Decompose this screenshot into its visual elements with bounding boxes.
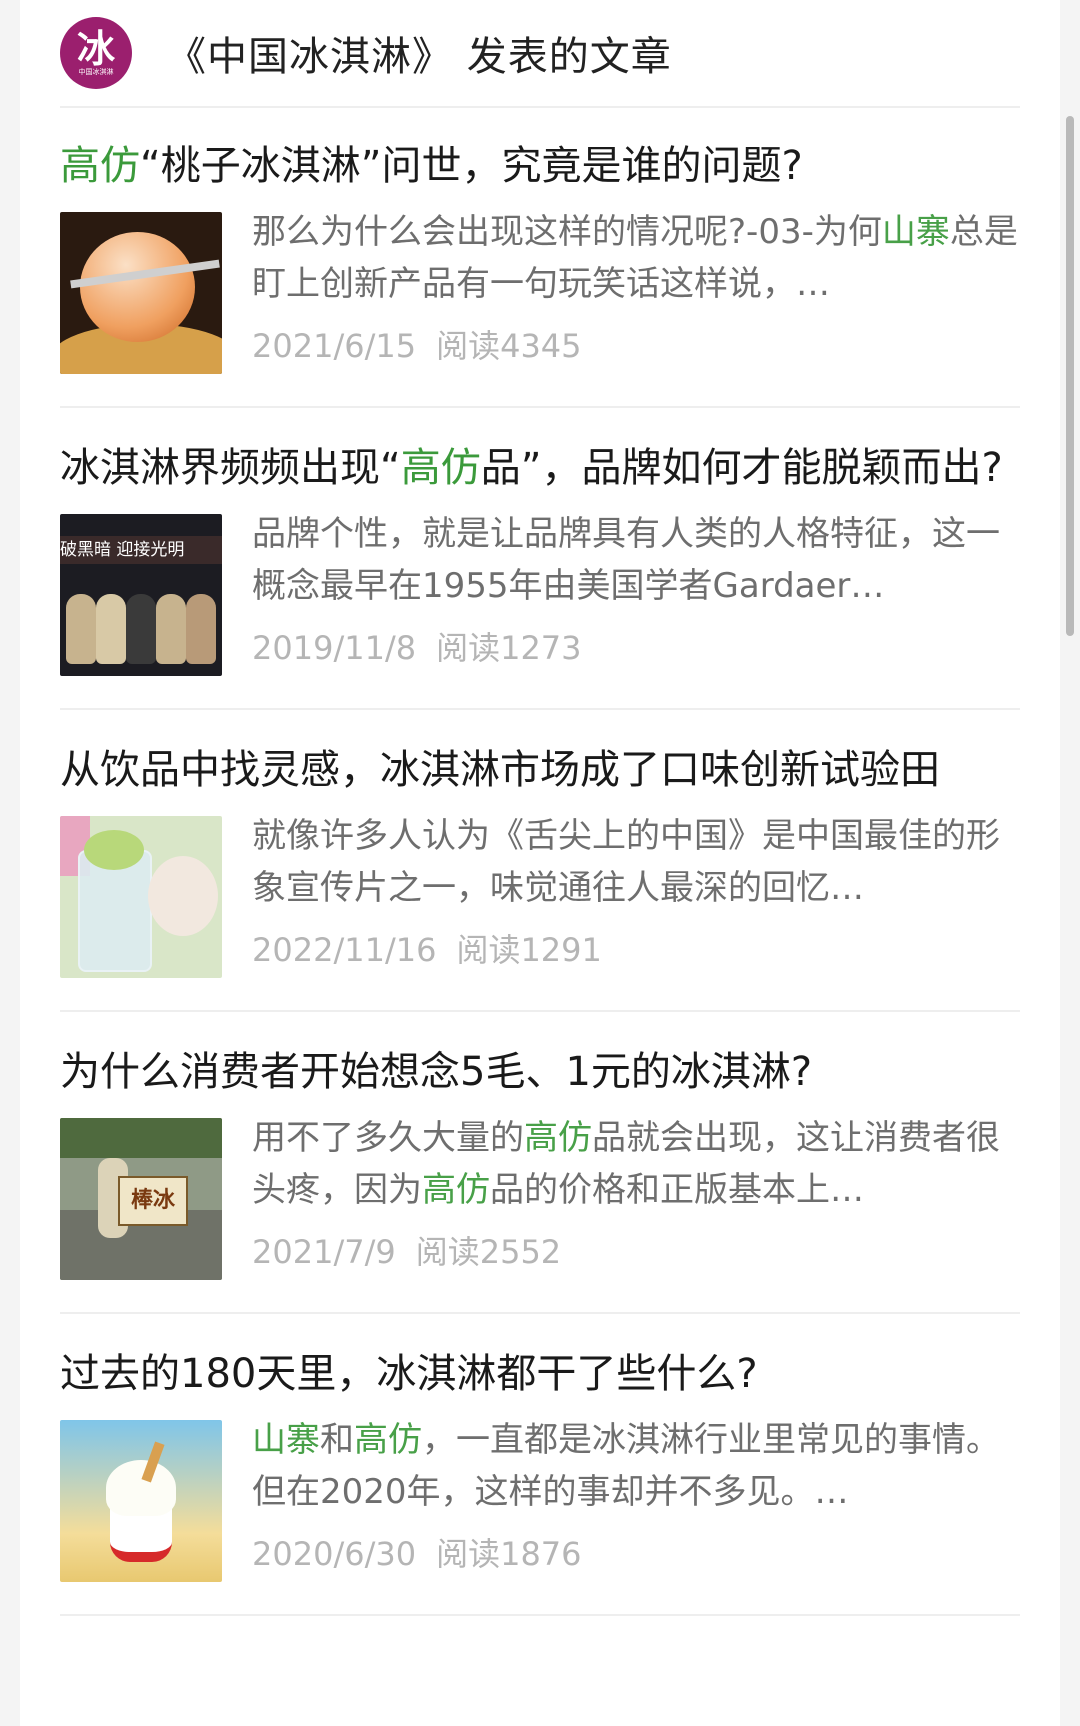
- article-stats: 2019/11/8 阅读1273: [252, 626, 1020, 670]
- article-title[interactable]: 过去的180天里，冰淇淋都干了些什么?: [60, 1346, 1020, 1402]
- article-read-count: 阅读1291: [456, 931, 602, 969]
- article-item[interactable]: 冰淇淋界频频出现“高仿品”，品牌如何才能脱颖而出? 破黑暗 迎接光明 品牌个性，…: [60, 408, 1020, 710]
- article-thumbnail[interactable]: [60, 1420, 222, 1582]
- avatar-logo-subtitle: 中国冰淇淋: [78, 67, 114, 76]
- article-read-count: 阅读1876: [436, 1535, 582, 1573]
- page-title: 《中国冰淇淋》 发表的文章: [166, 34, 672, 80]
- article-summary: 山寨和高仿，一直都是冰淇淋行业里常见的事情。但在2020年，这样的事却并不多见。…: [252, 1420, 1000, 1512]
- article-stats: 2021/7/9 阅读2552: [252, 1230, 1020, 1274]
- avatar-logo-char: 冰: [76, 26, 115, 71]
- article-thumbnail[interactable]: [60, 212, 222, 374]
- title-highlight: 高仿: [60, 143, 140, 189]
- article-date: 2020/6/30: [252, 1535, 417, 1573]
- thumbnail-banner-text: 破黑暗 迎接光明: [60, 536, 222, 564]
- page-gutter-left: [0, 0, 20, 1726]
- article-title[interactable]: 冰淇淋界频频出现“高仿品”，品牌如何才能脱颖而出?: [60, 440, 1020, 496]
- article-thumbnail[interactable]: [60, 816, 222, 978]
- article-summary: 用不了多久大量的高仿品就会出现，这让消费者很头疼，因为高仿品的价格和正版基本上…: [252, 1118, 1000, 1210]
- article-item[interactable]: 从饮品中找灵感，冰淇淋市场成了口味创新试验田 就像许多人认为《舌尖上的中国》是中…: [60, 710, 1020, 1012]
- account-header: 冰 中国冰淇淋 《中国冰淇淋》 发表的文章: [60, 0, 1020, 108]
- article-item[interactable]: 高仿“桃子冰淇淋”问世，究竟是谁的问题? 那么为什么会出现这样的情况呢?-03-…: [60, 106, 1020, 408]
- article-read-count: 阅读1273: [436, 629, 582, 667]
- title-text: 过去的180天里，冰淇淋都干了些什么?: [60, 1351, 758, 1397]
- article-title[interactable]: 高仿“桃子冰淇淋”问世，究竟是谁的问题?: [60, 138, 1020, 194]
- article-title[interactable]: 为什么消费者开始想念5毛、1元的冰淇淋?: [60, 1044, 1020, 1100]
- article-thumbnail[interactable]: 破黑暗 迎接光明: [60, 514, 222, 676]
- title-text: 为什么消费者开始想念5毛、1元的冰淇淋?: [60, 1049, 813, 1095]
- article-date: 2021/6/15: [252, 327, 417, 365]
- article-date: 2022/11/16: [252, 931, 437, 969]
- article-date: 2019/11/8: [252, 629, 417, 667]
- article-stats: 2021/6/15 阅读4345: [252, 324, 1020, 368]
- scrollbar[interactable]: [1066, 116, 1074, 636]
- article-thumbnail[interactable]: 棒冰: [60, 1118, 222, 1280]
- title-text: “桃子冰淇淋”问世，究竟是谁的问题?: [140, 143, 803, 189]
- article-stats: 2022/11/16 阅读1291: [252, 928, 1020, 972]
- title-text: 从饮品中找灵感，冰淇淋市场成了口味创新试验田: [60, 747, 940, 793]
- article-summary: 就像许多人认为《舌尖上的中国》是中国最佳的形象宣传片之一，味觉通往人最深的回忆…: [252, 816, 1000, 908]
- title-text: 冰淇淋界频频出现“: [60, 445, 401, 491]
- account-avatar[interactable]: 冰 中国冰淇淋: [60, 17, 132, 89]
- title-text: 品”，品牌如何才能脱颖而出?: [480, 445, 1003, 491]
- thumbnail-cart-text: 棒冰: [118, 1176, 188, 1226]
- article-date: 2021/7/9: [252, 1233, 396, 1271]
- article-summary: 品牌个性，就是让品牌具有人类的人格特征，这一概念最早在1955年由美国学者Gar…: [252, 514, 1000, 606]
- article-item[interactable]: 为什么消费者开始想念5毛、1元的冰淇淋? 棒冰 用不了多久大量的高仿品就会出现，…: [60, 1012, 1020, 1314]
- title-highlight: 高仿: [400, 445, 481, 491]
- article-list: 高仿“桃子冰淇淋”问世，究竟是谁的问题? 那么为什么会出现这样的情况呢?-03-…: [60, 106, 1020, 1616]
- article-read-count: 阅读2552: [415, 1233, 562, 1271]
- article-item[interactable]: 过去的180天里，冰淇淋都干了些什么? 山寨和高仿，一直都是冰淇淋行业里常见的事…: [60, 1314, 1020, 1616]
- article-title[interactable]: 从饮品中找灵感，冰淇淋市场成了口味创新试验田: [60, 742, 1020, 798]
- article-stats: 2020/6/30 阅读1876: [252, 1532, 1020, 1576]
- article-summary: 那么为什么会出现这样的情况呢?-03-为何山寨总是盯上创新产品有一句玩笑话这样说…: [252, 212, 1018, 304]
- article-read-count: 阅读4345: [436, 327, 582, 365]
